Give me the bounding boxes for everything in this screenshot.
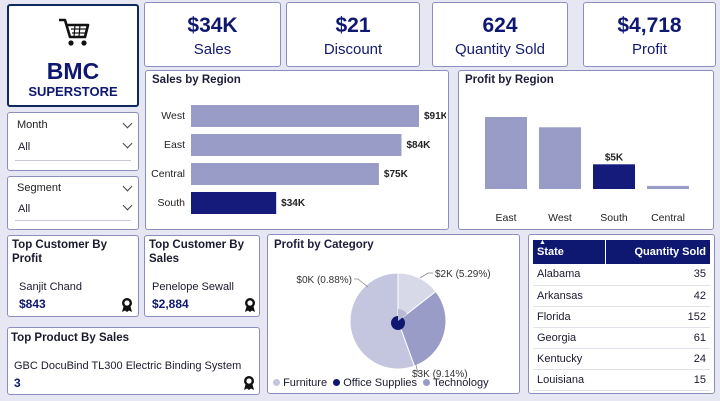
category-label: Central: [651, 212, 685, 224]
table-row[interactable]: Louisiana 15: [533, 369, 710, 391]
customer-name: Penelope Sewall: [152, 281, 234, 293]
sales-by-region-panel: Sales by Region West $91K East $84K Central $…: [145, 70, 449, 230]
table-row[interactable]: Alabama 35: [533, 264, 710, 286]
sales-by-region-chart: West $91K East $84K Central $75K South $34K: [151, 105, 446, 214]
award-ribbon-icon: [245, 298, 255, 312]
chevron-down-icon[interactable]: [122, 181, 133, 192]
panel-title: Profit by Category: [274, 239, 374, 251]
kpi-sales-card: $34K Sales: [144, 2, 281, 67]
column-header-state[interactable]: State ▲: [533, 239, 606, 264]
panel-title: Sales by Region: [152, 74, 241, 86]
chevron-down-icon: [122, 200, 133, 211]
profit-by-region-panel: Profit by Region East West $5K South Central: [458, 70, 714, 230]
month-dropdown[interactable]: All: [14, 137, 134, 159]
state-quantity-table: State ▲ Quantity Sold Alabama 35 Arkansas…: [533, 239, 710, 391]
shopping-cart-icon: [59, 18, 90, 46]
profit-by-region-chart: East West $5K South Central: [485, 117, 689, 224]
table-row[interactable]: Georgia 61: [533, 327, 710, 349]
bar[interactable]: [191, 163, 379, 185]
kpi-label: Discount: [323, 41, 383, 58]
segment-slicer: Segment All: [7, 176, 139, 230]
segment-slicer-label: Segment: [17, 182, 62, 194]
profit-by-category-panel: Profit by Category $0K (0.88%) $2K (5.29%…: [267, 234, 520, 394]
data-label: $84K: [406, 140, 431, 151]
category-label: South: [600, 212, 628, 224]
category-label: West: [548, 212, 572, 224]
bar[interactable]: [191, 105, 419, 127]
kpi-quantity-card: 624 Quantity Sold: [432, 2, 568, 67]
pie-label-office-supplies: $2K (5.29%): [435, 269, 491, 280]
customer-name: Sanjit Chand: [19, 281, 82, 293]
card-title: Top Customer By Sales: [149, 239, 244, 265]
month-dropdown-value: All: [18, 141, 31, 153]
bar[interactable]: [539, 127, 581, 189]
kpi-profit-card: $4,718 Profit: [583, 2, 716, 67]
bar[interactable]: [485, 117, 527, 189]
logo-card: BMC SUPERSTORE: [7, 4, 139, 107]
product-name: GBC DocuBind TL300 Electric Binding Syst…: [14, 360, 242, 372]
table-row[interactable]: Florida 152: [533, 306, 710, 328]
state-table-panel: State ▲ Quantity Sold Alabama 35 Arkansas…: [528, 234, 715, 394]
pie-legend: Furniture Office Supplies Technology: [273, 377, 489, 389]
segment-dropdown-value: All: [18, 203, 31, 215]
category-label: East: [164, 139, 185, 151]
kpi-value: $21: [335, 14, 371, 37]
kpi-discount-card: $21 Discount: [286, 2, 420, 67]
chevron-down-icon: [122, 138, 133, 149]
category-label: South: [158, 197, 186, 209]
data-label: $5K: [605, 152, 624, 163]
card-title: Top Customer By Profit: [12, 239, 107, 265]
data-label: $75K: [384, 169, 409, 180]
top-customer-sales-card: Top Customer By Sales Penelope Sewall $2…: [144, 235, 260, 317]
month-slicer: Month All: [7, 112, 139, 171]
bar[interactable]: [191, 192, 277, 214]
data-label: $91K: [424, 111, 446, 122]
profit-by-category-chart: $0K (0.88%)$2K (5.29%)$3K (9.14%): [296, 269, 491, 380]
column-header-quantity[interactable]: Quantity Sold: [604, 240, 710, 264]
panel-title: Profit by Region: [465, 74, 554, 86]
month-slicer-label: Month: [17, 119, 48, 131]
legend-dot: [333, 379, 341, 386]
card-title: Top Product By Sales: [11, 332, 130, 344]
kpi-label: Profit: [631, 41, 667, 58]
award-ribbon-icon: [122, 298, 132, 312]
leader-line: [419, 272, 433, 279]
product-value: 3: [14, 376, 21, 390]
top-customer-profit-card: Top Customer By Profit Sanjit Chand $843: [7, 235, 139, 317]
logo-title: BMC: [46, 58, 100, 84]
logo-subtitle: SUPERSTORE: [28, 84, 118, 99]
legend-office-supplies: Office Supplies: [343, 377, 418, 389]
kpi-value: $4,718: [617, 14, 682, 37]
table-row[interactable]: Kentucky 24: [533, 348, 710, 370]
award-ribbon-icon: [244, 376, 254, 390]
chevron-down-icon[interactable]: [122, 118, 133, 129]
customer-value: $843: [19, 297, 46, 311]
leader-line: [354, 278, 369, 288]
customer-value: $2,884: [152, 297, 189, 311]
kpi-value: $34K: [187, 14, 238, 37]
category-label: West: [161, 110, 185, 122]
pie-label-furniture: $0K (0.88%): [296, 275, 352, 286]
bar[interactable]: [593, 164, 635, 189]
sort-ascending-icon[interactable]: ▲: [539, 239, 546, 246]
legend-dot: [423, 379, 431, 386]
segment-dropdown[interactable]: All: [14, 199, 134, 221]
kpi-label: Sales: [193, 41, 232, 58]
bar[interactable]: [191, 134, 402, 156]
legend-dot: [273, 379, 280, 386]
legend-furniture: Furniture: [283, 377, 328, 389]
table-row[interactable]: Arkansas 42: [533, 285, 710, 307]
kpi-label: Quantity Sold: [454, 41, 546, 58]
bar[interactable]: [647, 185, 689, 189]
category-label: Central: [151, 168, 185, 180]
data-label: $34K: [281, 198, 306, 209]
kpi-value: 624: [482, 14, 518, 37]
top-product-card: Top Product By Sales GBC DocuBind TL300 …: [7, 327, 260, 395]
category-label: East: [495, 212, 516, 224]
legend-technology: Technology: [432, 377, 489, 389]
